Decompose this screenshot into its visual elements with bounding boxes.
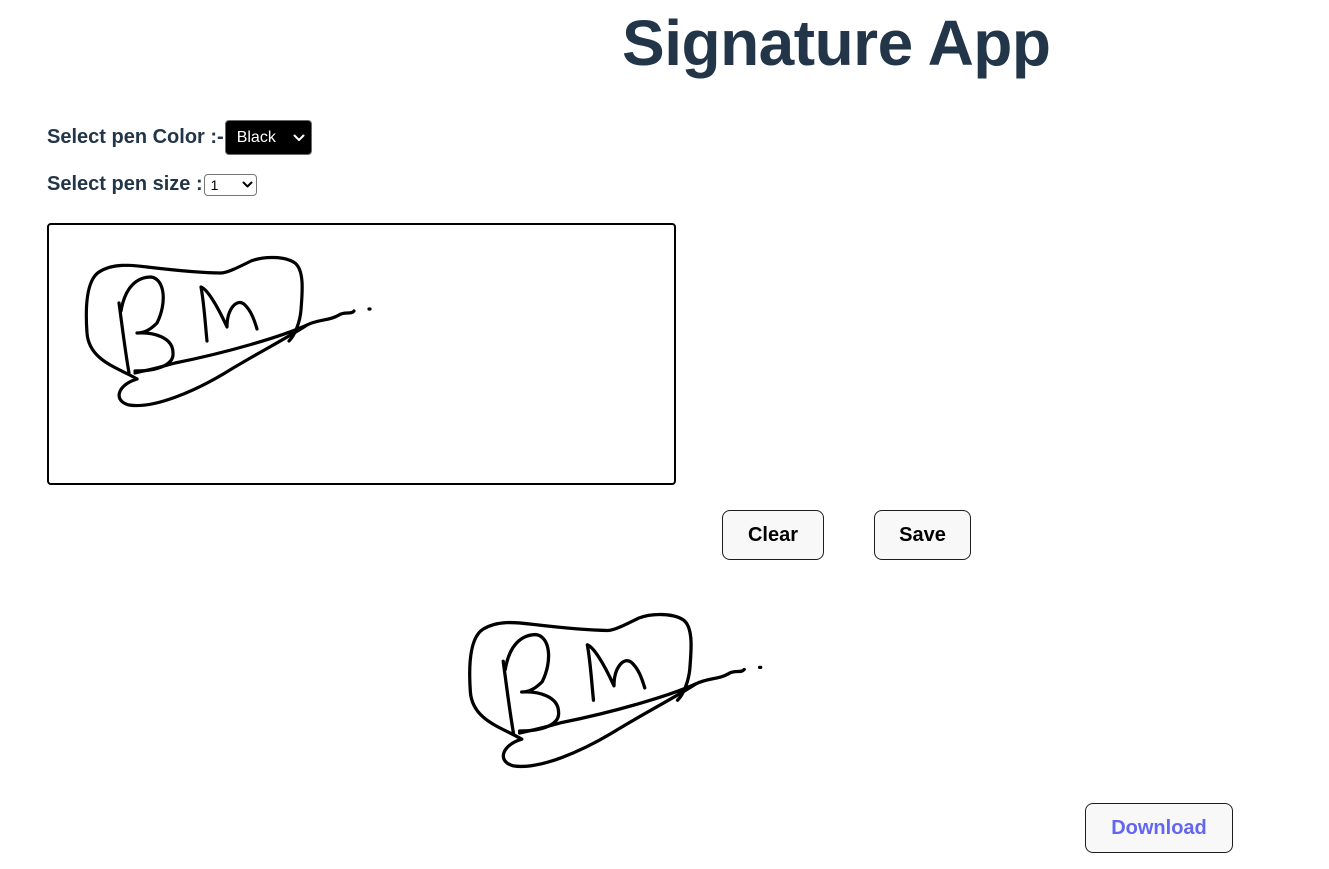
pen-color-select[interactable]: Black: [224, 120, 312, 155]
page-title: Signature App: [622, 7, 1051, 79]
save-button[interactable]: Save: [874, 510, 971, 560]
clear-button[interactable]: Clear: [722, 510, 824, 560]
pen-size-label: Select pen size :: [47, 173, 203, 195]
signature-canvas[interactable]: [47, 223, 676, 485]
download-button[interactable]: Download: [1085, 803, 1233, 853]
pen-color-label: Select pen Color :-: [47, 126, 224, 148]
pen-size-select[interactable]: 1: [203, 173, 257, 196]
saved-signature-image: [465, 612, 765, 772]
pen-size-selected-value: 1: [210, 176, 219, 193]
chevron-down-icon: [242, 181, 253, 188]
signature-app-page: Signature App Select pen Color :- Black …: [0, 0, 1329, 869]
signature-drawing: [84, 255, 372, 408]
pen-size-row: Select pen size : 1: [47, 173, 257, 196]
chevron-down-icon: [293, 134, 305, 142]
saved-signature-drawing: [468, 612, 763, 769]
pen-color-row: Select pen Color :- Black: [47, 120, 312, 155]
pen-color-selected-value: Black: [236, 128, 276, 146]
